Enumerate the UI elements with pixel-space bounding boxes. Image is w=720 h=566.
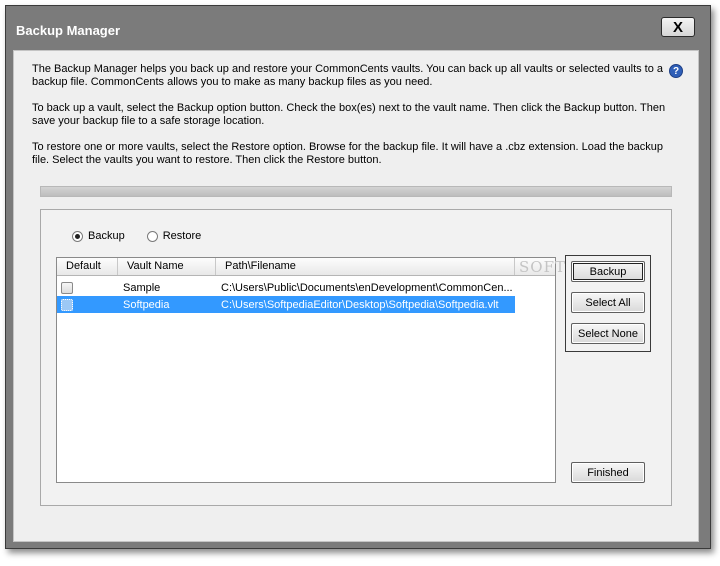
default-checkbox[interactable] [61, 281, 73, 294]
list-header: Default Vault Name Path\Filename [57, 258, 555, 276]
window-title: Backup Manager [16, 23, 121, 38]
vault-list[interactable]: Default Vault Name Path\Filename Sample … [56, 257, 556, 483]
close-button[interactable]: X [661, 17, 695, 37]
mode-radio-group: Backup Restore [72, 230, 223, 242]
column-vault-name[interactable]: Vault Name [118, 258, 216, 275]
intro-text: The Backup Manager helps you back up and… [32, 63, 664, 88]
vault-name: Sample [123, 281, 161, 294]
restore-radio-label: Restore [162, 230, 202, 242]
restore-radio[interactable]: Restore [146, 230, 202, 242]
close-icon: X [672, 18, 683, 36]
row-default-cell [57, 281, 118, 294]
backup-radio-dot[interactable] [72, 230, 83, 242]
vault-name: Softpedia [123, 298, 170, 311]
select-all-button[interactable]: Select All [571, 292, 645, 313]
backup-radio[interactable]: Backup [72, 230, 125, 242]
column-path[interactable]: Path\Filename [216, 258, 515, 275]
row-default-cell [57, 298, 118, 311]
backup-radio-label: Backup [88, 230, 125, 242]
default-checkbox[interactable] [61, 298, 73, 311]
title-bar[interactable]: Backup Manager X [6, 6, 710, 50]
restore-instructions: To restore one or more vaults, select th… [32, 141, 664, 166]
restore-radio-dot[interactable] [146, 230, 158, 242]
backup-instructions: To back up a vault, select the Backup op… [32, 102, 666, 127]
vault-row-sample[interactable]: Sample C:\Users\Public\Documents\enDevel… [57, 279, 515, 296]
select-none-button[interactable]: Select None [571, 323, 645, 344]
vault-path: C:\Users\Public\Documents\enDevelopment\… [221, 281, 513, 294]
vault-path: C:\Users\SoftpediaEditor\Desktop\Softped… [221, 298, 499, 311]
finished-button[interactable]: Finished [571, 462, 645, 483]
vault-row-softpedia[interactable]: Softpedia C:\Users\SoftpediaEditor\Deskt… [57, 296, 515, 313]
backup-button[interactable]: Backup [571, 261, 645, 282]
column-default[interactable]: Default [57, 258, 118, 275]
progress-bar [40, 186, 672, 197]
